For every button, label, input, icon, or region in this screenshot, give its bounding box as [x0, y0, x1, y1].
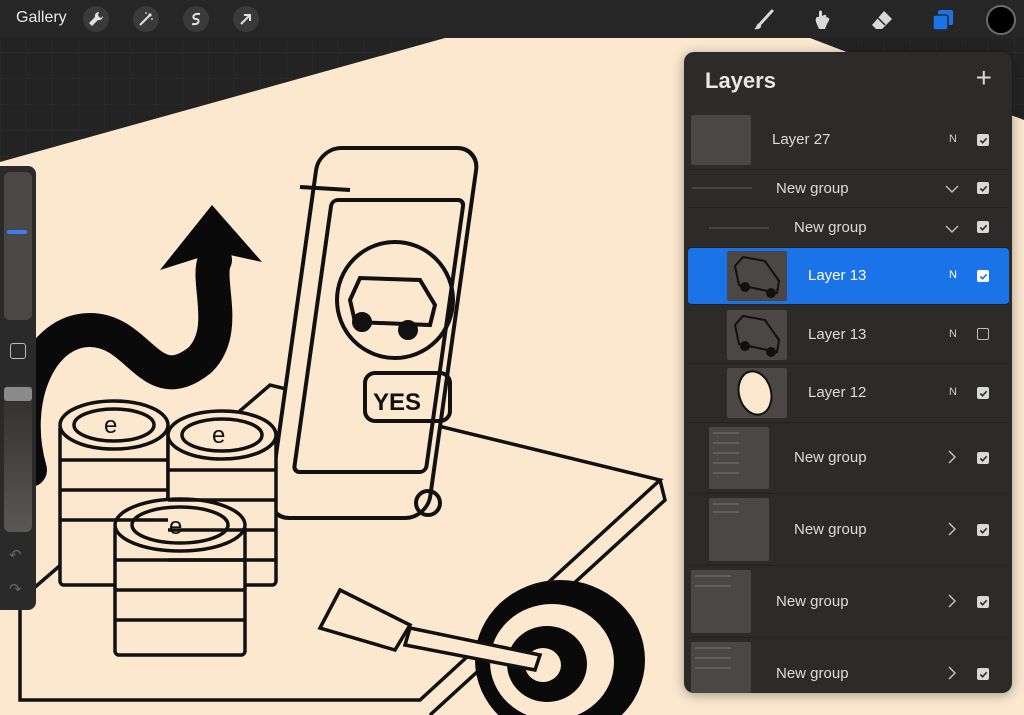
group-thumbnail: [709, 427, 769, 489]
opacity-handle[interactable]: [4, 387, 32, 401]
layers-icon[interactable]: [929, 6, 957, 34]
layers-title: Layers: [705, 68, 776, 93]
visibility-checkbox[interactable]: [977, 524, 989, 536]
group-row[interactable]: New group: [688, 169, 1009, 208]
eraser-icon[interactable]: [868, 6, 896, 34]
group-row[interactable]: New group: [688, 208, 1009, 248]
magic-wand-icon[interactable]: [133, 6, 159, 32]
smudge-icon[interactable]: [808, 6, 836, 34]
gallery-button[interactable]: Gallery: [16, 9, 67, 27]
chevron-right-icon[interactable]: [947, 594, 957, 613]
layer-row[interactable]: Layer 12 N: [688, 364, 1009, 423]
group-row[interactable]: New group: [688, 638, 1009, 693]
brush-icon[interactable]: [750, 6, 778, 34]
left-sidebar: ↶ ↷: [0, 166, 36, 610]
group-row[interactable]: New group: [688, 423, 1009, 494]
wrench-icon[interactable]: [83, 6, 109, 32]
group-name: New group: [794, 449, 867, 466]
blend-mode-button[interactable]: N: [949, 328, 957, 340]
layer-name: Layer 12: [808, 384, 867, 401]
layer-thumbnail: [727, 368, 787, 418]
group-thumbnail: [709, 498, 769, 561]
group-thumbnail: [691, 642, 751, 693]
layer-row-selected[interactable]: Layer 13 N: [688, 248, 1009, 305]
visibility-checkbox[interactable]: [977, 221, 989, 233]
transform-arrow-icon[interactable]: [233, 6, 259, 32]
redo-icon[interactable]: ↷: [9, 580, 22, 598]
group-name: New group: [776, 665, 849, 682]
visibility-checkbox[interactable]: [977, 270, 989, 282]
color-picker-button[interactable]: [986, 5, 1016, 35]
undo-icon[interactable]: ↶: [9, 546, 22, 564]
layer-row[interactable]: Layer 27 N: [688, 112, 1009, 170]
brush-size-handle[interactable]: [7, 230, 27, 234]
group-thumbnail: [691, 570, 751, 633]
visibility-checkbox[interactable]: [977, 596, 989, 608]
layer-row[interactable]: Layer 13 N: [688, 306, 1009, 364]
layer-thumbnail: [727, 251, 787, 301]
chevron-down-icon[interactable]: [945, 181, 959, 199]
svg-text:e: e: [212, 422, 225, 449]
top-toolbar: Gallery: [0, 0, 1024, 38]
visibility-checkbox[interactable]: [977, 452, 989, 464]
visibility-checkbox[interactable]: [977, 387, 989, 399]
visibility-checkbox[interactable]: [977, 328, 989, 340]
layer-thumbnail: [727, 310, 787, 360]
blend-mode-button[interactable]: N: [949, 133, 957, 145]
group-row[interactable]: New group: [688, 494, 1009, 566]
group-row[interactable]: New group: [688, 566, 1009, 638]
brush-size-slider[interactable]: [4, 172, 32, 320]
chevron-right-icon[interactable]: [947, 522, 957, 541]
visibility-checkbox[interactable]: [977, 182, 989, 194]
layers-panel: Layers + Layer 27 N New group New group: [684, 52, 1012, 693]
phone-yes-label: YES: [373, 389, 421, 416]
visibility-checkbox[interactable]: [977, 668, 989, 680]
chevron-right-icon[interactable]: [947, 666, 957, 685]
group-name: New group: [794, 219, 867, 236]
layer-name: Layer 13: [808, 326, 867, 343]
group-name: New group: [776, 180, 849, 197]
add-layer-button[interactable]: +: [976, 64, 992, 92]
layer-name: Layer 13: [808, 267, 867, 284]
layer-thumbnail: [691, 115, 751, 165]
group-name: New group: [794, 521, 867, 538]
modify-button[interactable]: [10, 343, 26, 359]
chevron-down-icon[interactable]: [945, 221, 959, 239]
visibility-checkbox[interactable]: [977, 134, 989, 146]
selection-icon[interactable]: [183, 6, 209, 32]
group-name: New group: [776, 593, 849, 610]
svg-text:e: e: [104, 412, 117, 439]
opacity-slider[interactable]: [4, 384, 32, 532]
layer-name: Layer 27: [772, 131, 831, 148]
blend-mode-button[interactable]: N: [949, 269, 957, 281]
blend-mode-button[interactable]: N: [949, 386, 957, 398]
svg-text:e: e: [169, 513, 182, 540]
chevron-right-icon[interactable]: [947, 450, 957, 469]
